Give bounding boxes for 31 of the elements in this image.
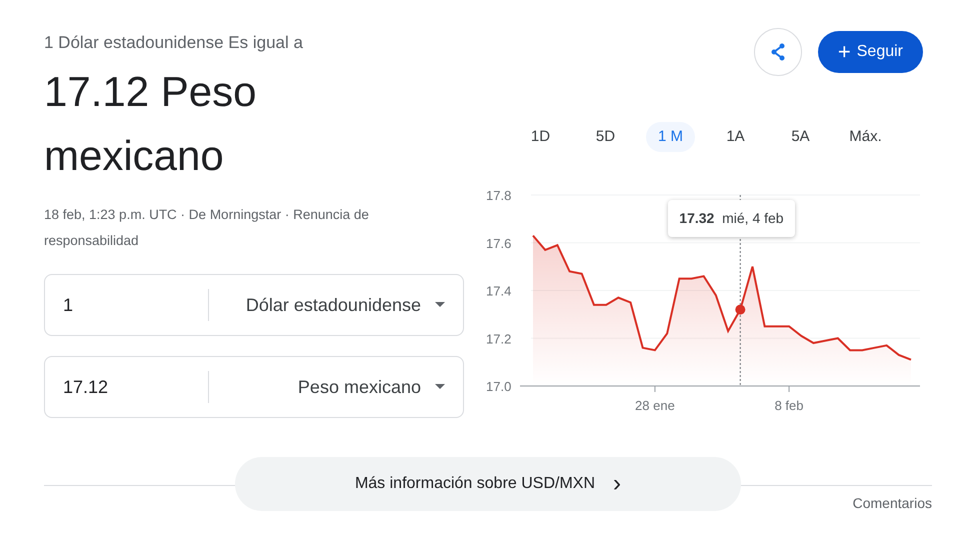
range-tab[interactable]: Máx. [837, 122, 894, 152]
share-button[interactable] [754, 28, 802, 76]
range-tab[interactable]: 1D [518, 122, 562, 152]
y-axis-label: 17.4 [486, 284, 512, 298]
y-axis-label: 17.2 [486, 331, 512, 346]
range-tab[interactable]: 5A [779, 122, 822, 152]
amount-field[interactable]: 1 [45, 292, 208, 318]
y-axis-label: 17.0 [486, 379, 512, 394]
plus-icon: + [838, 41, 851, 63]
y-axis-label: 17.8 [486, 188, 512, 203]
share-icon [768, 43, 787, 61]
x-axis-label: 28 ene [635, 398, 675, 413]
range-tab[interactable]: 5D [584, 122, 628, 152]
chart-tooltip: 17.32 mié, 4 feb [668, 200, 795, 237]
follow-button[interactable]: + Seguir [818, 31, 923, 73]
hover-point [735, 304, 746, 315]
amount-field[interactable]: 17.12 [45, 374, 208, 400]
feedback-link[interactable]: Comentarios [852, 493, 932, 514]
subtitle: 1 Dólar estadounidense Es igual a [44, 32, 304, 54]
range-tab[interactable]: 1A [714, 122, 757, 152]
range-tab[interactable]: 1 M [646, 122, 695, 152]
x-axis-label: 8 feb [774, 398, 804, 413]
more-info-button[interactable]: Más información sobre USD/MXN › [235, 457, 741, 511]
dropdown-caret-icon [435, 384, 445, 390]
y-axis-label: 17.6 [486, 236, 512, 251]
dropdown-caret-icon [435, 302, 445, 308]
source-info: 18 feb, 1:23 p.m. UTC · De Morningstar · Renuncia de responsabilidad [44, 206, 370, 250]
chevron-icon: › [613, 472, 622, 496]
currency-dropdown[interactable]: Peso mexicano [209, 374, 463, 400]
currency-dropdown[interactable]: Dólar estadounidense [209, 292, 463, 318]
conversion-result: 17.12 Peso mexicano [44, 67, 258, 181]
